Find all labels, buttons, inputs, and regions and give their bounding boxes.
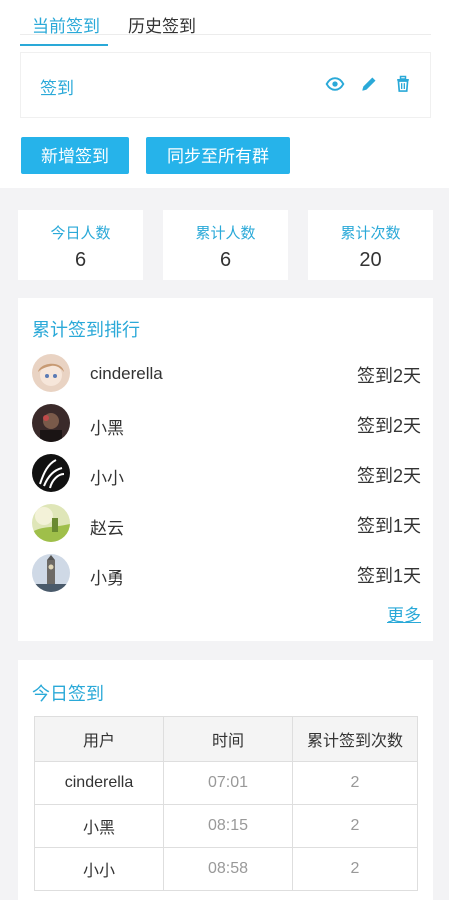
stats-row: 今日人数 6 累计人数 6 累计次数 20: [18, 210, 433, 280]
rank-days: 签到2天: [356, 416, 421, 436]
stat-label: 累计次数: [340, 225, 401, 242]
eye-icon[interactable]: [325, 74, 345, 94]
stat-value: 20: [359, 249, 382, 271]
ranking-list: cinderella 签到2天 小黑 签到2天 小小 签到2天 赵云 签到1天: [18, 354, 433, 604]
checkin-item: 签到: [20, 52, 431, 118]
rank-days: 签到2天: [356, 366, 421, 386]
stat-total-times: 累计次数 20: [308, 210, 433, 280]
table-row: 小黑 08:15 2: [34, 804, 418, 848]
table-row: 小小 08:58 2: [34, 847, 418, 891]
stat-today-count: 今日人数 6: [18, 210, 143, 280]
list-item[interactable]: 赵云 签到1天: [18, 504, 433, 554]
more-link[interactable]: 更多: [387, 601, 421, 626]
rank-user-name: 小小: [90, 469, 124, 488]
cell-time: 08:15: [163, 804, 293, 848]
list-item[interactable]: cinderella 签到2天: [18, 354, 433, 404]
checkin-actions: [325, 74, 413, 94]
stat-value: 6: [74, 249, 87, 271]
add-checkin-button[interactable]: 新增签到: [21, 137, 129, 174]
avatar: [32, 404, 70, 442]
tab-bar: 当前签到 历史签到: [20, 8, 431, 46]
today-title: 今日签到: [32, 684, 104, 704]
cell-count: 2: [292, 761, 418, 805]
top-panel: 当前签到 历史签到 签到 新增签到 同步至所有群: [0, 0, 449, 188]
column-header: 用户: [34, 716, 164, 762]
avatar: [32, 554, 70, 592]
cell-user: 小小: [34, 847, 164, 891]
rank-user-name: 小勇: [90, 569, 124, 588]
checkin-title[interactable]: 签到: [40, 74, 74, 99]
cell-user: 小黑: [34, 804, 164, 848]
sync-all-groups-button[interactable]: 同步至所有群: [146, 137, 290, 174]
cell-time: 07:01: [163, 761, 293, 805]
stat-total-people: 累计人数 6: [163, 210, 288, 280]
list-item[interactable]: 小勇 签到1天: [18, 554, 433, 604]
stat-label: 今日人数: [50, 225, 111, 242]
cell-user: cinderella: [34, 761, 164, 805]
stat-value: 6: [219, 249, 232, 271]
today-table: 用户 时间 累计签到次数 cinderella 07:01 2 小黑 08:15…: [34, 716, 418, 891]
table-row: cinderella 07:01 2: [34, 761, 418, 805]
ranking-title: 累计签到排行: [32, 320, 140, 340]
column-header: 时间: [163, 716, 293, 762]
tab-history[interactable]: 历史签到: [128, 12, 196, 37]
today-panel: 今日签到 用户 时间 累计签到次数 cinderella 07:01 2 小黑 …: [18, 660, 433, 900]
rank-days: 签到2天: [356, 466, 421, 486]
cell-count: 2: [292, 847, 418, 891]
avatar: [32, 354, 70, 392]
rank-days: 签到1天: [356, 566, 421, 586]
table-header-row: 用户 时间 累计签到次数: [34, 716, 418, 762]
ranking-panel: 累计签到排行 cinderella 签到2天 小黑 签到2天 小小 签到2天 赵…: [18, 298, 433, 641]
avatar: [32, 454, 70, 492]
list-item[interactable]: 小小 签到2天: [18, 454, 433, 504]
tab-current[interactable]: 当前签到: [20, 12, 108, 46]
cell-time: 08:58: [163, 847, 293, 891]
rank-user-name: 小黑: [90, 419, 124, 438]
cell-count: 2: [292, 804, 418, 848]
avatar: [32, 504, 70, 542]
pencil-icon[interactable]: [359, 74, 379, 94]
rank-user-name: 赵云: [90, 519, 124, 538]
trash-icon[interactable]: [393, 74, 413, 94]
list-item[interactable]: 小黑 签到2天: [18, 404, 433, 454]
stat-label: 累计人数: [195, 225, 256, 242]
rank-days: 签到1天: [356, 516, 421, 536]
rank-user-name: cinderella: [90, 364, 163, 383]
column-header: 累计签到次数: [292, 716, 418, 762]
